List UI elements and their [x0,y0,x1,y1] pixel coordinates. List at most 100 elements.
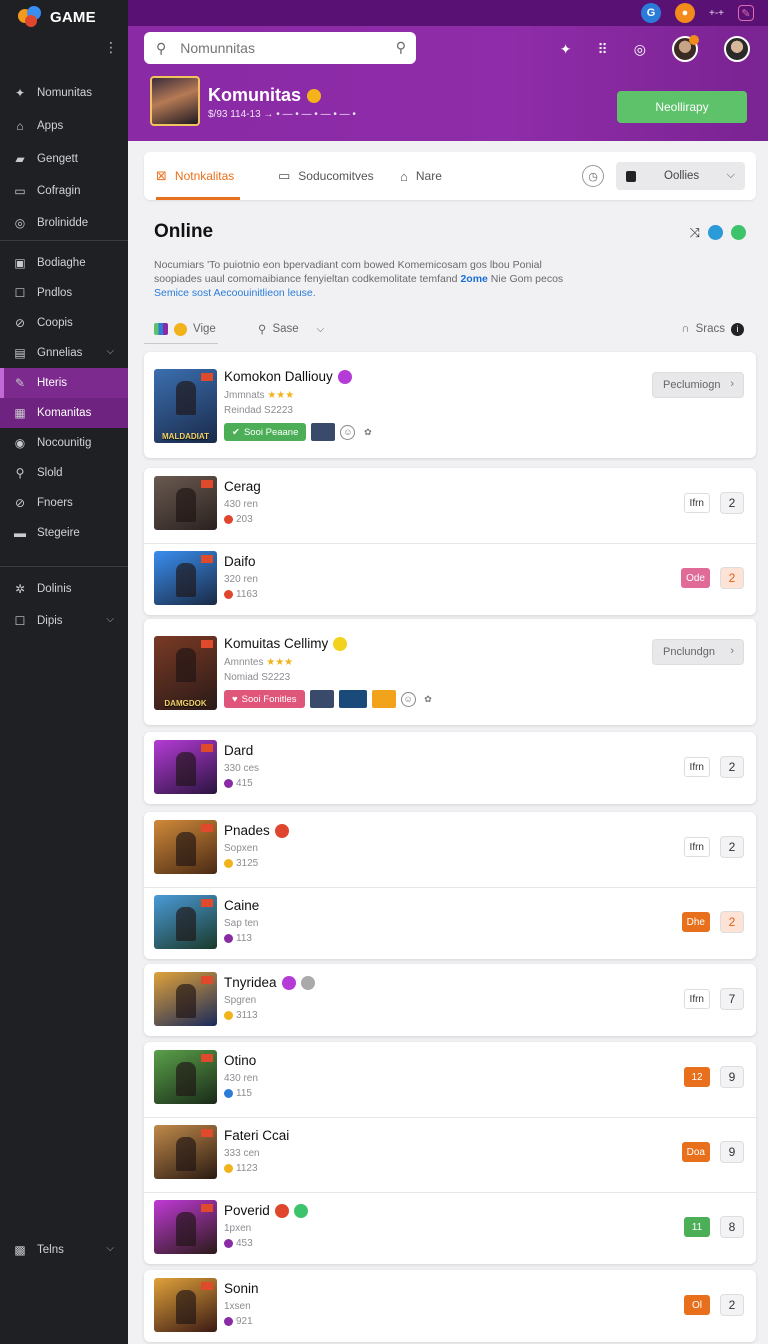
filter-vige[interactable]: Vige [154,316,216,342]
sidebar-item-pndlos[interactable]: ☐ Pndlos [0,278,128,308]
badge-outline-icon[interactable]: ✿ [421,692,436,707]
edit-icon[interactable]: ✎ [738,5,754,21]
count-badge[interactable]: 2 [720,1294,744,1316]
list-item[interactable]: Pnades Sopxen 3125 Ifrn 2 [144,812,756,884]
card-action-button[interactable]: Pnclundgn › [652,639,744,665]
game-thumbnail[interactable] [154,972,217,1026]
status-badge[interactable]: Ifrn [683,837,710,857]
game-thumbnail[interactable] [154,1125,217,1179]
status-badge[interactable]: 11 [684,1217,710,1237]
game-thumbnail[interactable] [154,820,217,874]
grid-icon[interactable]: ⠿ [598,41,608,58]
game-thumbnail[interactable] [154,740,217,794]
sidebar-item-komanitas[interactable]: ▦ Komanitas [0,398,128,428]
badge-outline-icon[interactable]: ✿ [360,425,375,440]
notification-icon[interactable]: ● [674,3,695,23]
settings-icon[interactable]: ◎ [634,41,646,58]
description-link[interactable]: Semice sost Aecoouinitlieon leuse. [154,287,316,299]
sidebar-item-telns[interactable]: ▩ Telns ⌵ [0,1235,128,1265]
g-app-icon[interactable]: G [640,3,661,23]
list-item[interactable]: Poverid 1pxen 453 11 8 [144,1192,756,1264]
avatar[interactable] [724,36,750,62]
tab-nare[interactable]: ⌂ Nare [400,152,442,200]
sidebar-item-gnnelias[interactable]: ▤ Gnnelias ⌵ [0,338,128,368]
list-item[interactable]: Caine Sap ten 113 Dhe 2 [144,887,756,959]
game-thumbnail[interactable] [154,895,217,949]
emoji-icon[interactable]: ☺ [400,691,416,707]
count-badge[interactable]: 9 [720,1066,744,1088]
game-thumbnail[interactable] [154,1200,217,1254]
wand-icon[interactable]: ⤨ [690,225,700,240]
tab-soducomitves[interactable]: ▭ Soducomitves [278,152,374,200]
status-badge[interactable]: Ifrn [683,757,710,777]
list-item[interactable]: Cerag 430 ren 203 Ifrn 2 [144,468,756,540]
sidebar-item-stegeire[interactable]: ▬ Stegeire [0,518,128,548]
clock-icon[interactable]: ◷ [582,165,604,187]
list-item[interactable]: Sonin 1xsen 921 Ol 2 [144,1270,756,1342]
sidebar-item-apps[interactable]: ⌂ Apps [0,111,128,141]
count-badge[interactable]: 2 [720,911,744,933]
game-tag[interactable]: ✔ Sooi Peaane [224,423,307,441]
sidebar-item-brolinidde[interactable]: ◎ Brolinidde [0,208,128,238]
count-badge[interactable]: 2 [720,492,744,514]
sidebar-item-slold[interactable]: ⚲ Slold [0,458,128,488]
game-mini-icon[interactable] [311,423,336,441]
game-thumbnail[interactable] [154,1050,217,1104]
game-thumbnail[interactable]: MALDADIAT [154,369,217,443]
sidebar-item-coopis[interactable]: ⊘ Coopis [0,308,128,338]
count-badge[interactable]: 2 [720,567,744,589]
count-badge[interactable]: 9 [720,1141,744,1163]
list-item[interactable]: Tnyridea Spgren 3113 Ifrn 7 [144,964,756,1036]
status-badge[interactable]: Ifrn [683,493,710,513]
game-thumbnail[interactable]: DAMGDOK [154,636,217,710]
sidebar-item-nomunitas[interactable]: ✦ Nomunitas [0,78,128,108]
game-thumbnail[interactable] [154,551,217,605]
game-mini-icon[interactable] [371,690,396,708]
emoji-icon[interactable]: ☺ [340,424,356,440]
status-badge[interactable]: Dhe [681,912,710,932]
search-input[interactable] [180,40,371,56]
count-badge[interactable]: 8 [720,1216,744,1238]
status-badge[interactable]: Doa [681,1142,710,1162]
search-submit-icon[interactable]: ⚲ [396,39,406,56]
featured-card[interactable]: DAMGDOK Komuitas Cellimy Amnntes ★★★ Nomiad… [144,619,756,725]
card-action-button[interactable]: Peclumiogn › [652,372,744,398]
count-badge[interactable]: 2 [720,756,744,778]
filter-sracs[interactable]: ∩ Sracs i [681,316,744,342]
sidebar-item-nocounitig[interactable]: ◉ Nocounitig [0,428,128,458]
sidebar-item-dipis[interactable]: ☐ Dipis ⌵ [0,606,128,636]
list-item[interactable]: Otino 430 ren 115 12 9 [144,1042,756,1114]
filter-sase[interactable]: ⚲ Sase ⌵ [258,316,324,342]
game-tag[interactable]: ♥ Sooi Fonitles [224,690,305,708]
sidebar-item-hteris[interactable]: ✎ Hteris [0,368,128,398]
game-mini-icon[interactable] [338,690,367,708]
bird-icon[interactable] [708,225,723,240]
sidebar-item-fnoers[interactable]: ⊘ Fnoers [0,488,128,518]
app-logo[interactable]: GAME [0,0,128,30]
count-badge[interactable]: 2 [720,836,744,858]
game-mini-icon[interactable] [309,690,334,708]
sidebar-item-dolinis[interactable]: ✲ Dolinis [0,574,128,604]
status-badge[interactable]: Ode [681,568,710,588]
status-badge[interactable]: Ifrn [683,989,710,1009]
list-item[interactable]: Dard 330 ces 415 Ifrn 2 [144,732,756,804]
list-item[interactable]: Daifo 320 ren 1163 Ode 2 [144,543,756,615]
featured-card[interactable]: MALDADIAT Komokon Dalliouy Jmmnats ★★★ Rein… [144,352,756,458]
status-badge[interactable]: Ol [684,1295,710,1315]
avatar[interactable] [672,35,699,62]
feather-icon[interactable]: ✦ [560,41,572,58]
join-button[interactable]: Neollirapy [617,91,747,123]
sidebar-item-bodiaghe[interactable]: ▣ Bodiaghe [0,248,128,278]
status-badge[interactable]: 12 [684,1067,710,1087]
list-item[interactable]: Fateri Ccai 333 cen 1123 Doa 9 [144,1117,756,1189]
leaf-icon[interactable] [731,225,746,240]
online-select[interactable]: Oollies ⌵ [616,162,745,190]
game-thumbnail[interactable] [154,1278,217,1332]
game-thumbnail[interactable] [154,476,217,530]
search-bar[interactable]: ⚲ ⚲ [144,32,416,64]
sidebar-item-gengett[interactable]: ▰ Gengett [0,144,128,174]
tab-notnkalitas[interactable]: ⊠ Notnkalitas [156,152,241,200]
sidebar-item-cofragin[interactable]: ▭ Cofragin [0,176,128,206]
more-icon[interactable]: ⋮ [104,40,118,54]
count-badge[interactable]: 7 [720,988,744,1010]
